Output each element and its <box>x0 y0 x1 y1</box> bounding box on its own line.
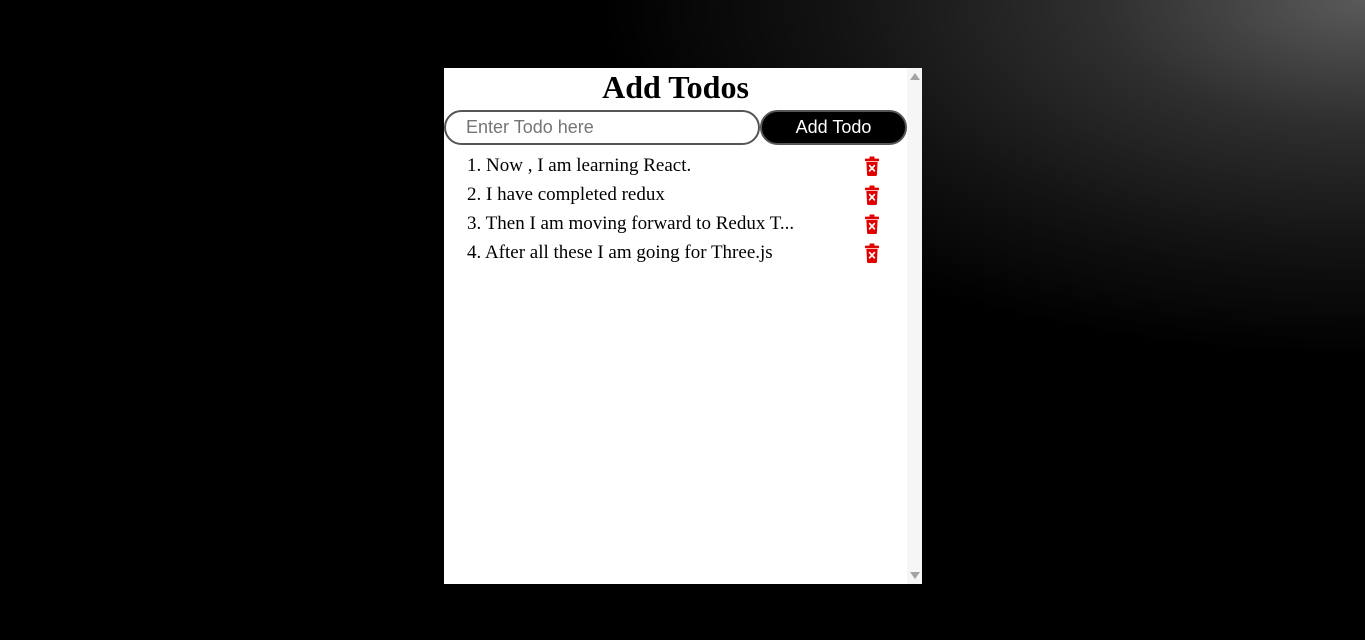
delete-todo-button[interactable] <box>864 214 880 234</box>
todo-text: 1. Now , I am learning React. <box>467 155 692 176</box>
todo-text: 3. Then I am moving forward to Redux T..… <box>467 213 795 234</box>
trash-x-icon <box>865 214 879 234</box>
vertical-scrollbar[interactable] <box>907 68 922 584</box>
delete-todo-button[interactable] <box>864 243 880 263</box>
todo-list: 1. Now , I am learning React. 2. I have … <box>444 151 907 267</box>
todo-item: 3. Then I am moving forward to Redux T..… <box>444 209 907 238</box>
scroll-down-arrow-icon[interactable] <box>910 572 920 579</box>
trash-x-icon <box>865 185 879 205</box>
todo-text: 4. After all these I am going for Three.… <box>467 242 773 263</box>
todo-item: 1. Now , I am learning React. <box>444 151 907 180</box>
trash-x-icon <box>865 156 879 176</box>
todo-item: 4. After all these I am going for Three.… <box>444 238 907 267</box>
todo-text: 2. I have completed redux <box>467 184 665 205</box>
todo-panel: Add Todos Add Todo 1. Now , I am learnin… <box>444 68 922 584</box>
trash-x-icon <box>865 243 879 263</box>
scroll-up-arrow-icon[interactable] <box>910 73 920 80</box>
add-todo-button[interactable]: Add Todo <box>760 110 907 145</box>
delete-todo-button[interactable] <box>864 156 880 176</box>
todo-item: 2. I have completed redux <box>444 180 907 209</box>
todo-input[interactable] <box>444 110 760 145</box>
delete-todo-button[interactable] <box>864 185 880 205</box>
page-title: Add Todos <box>602 69 749 105</box>
